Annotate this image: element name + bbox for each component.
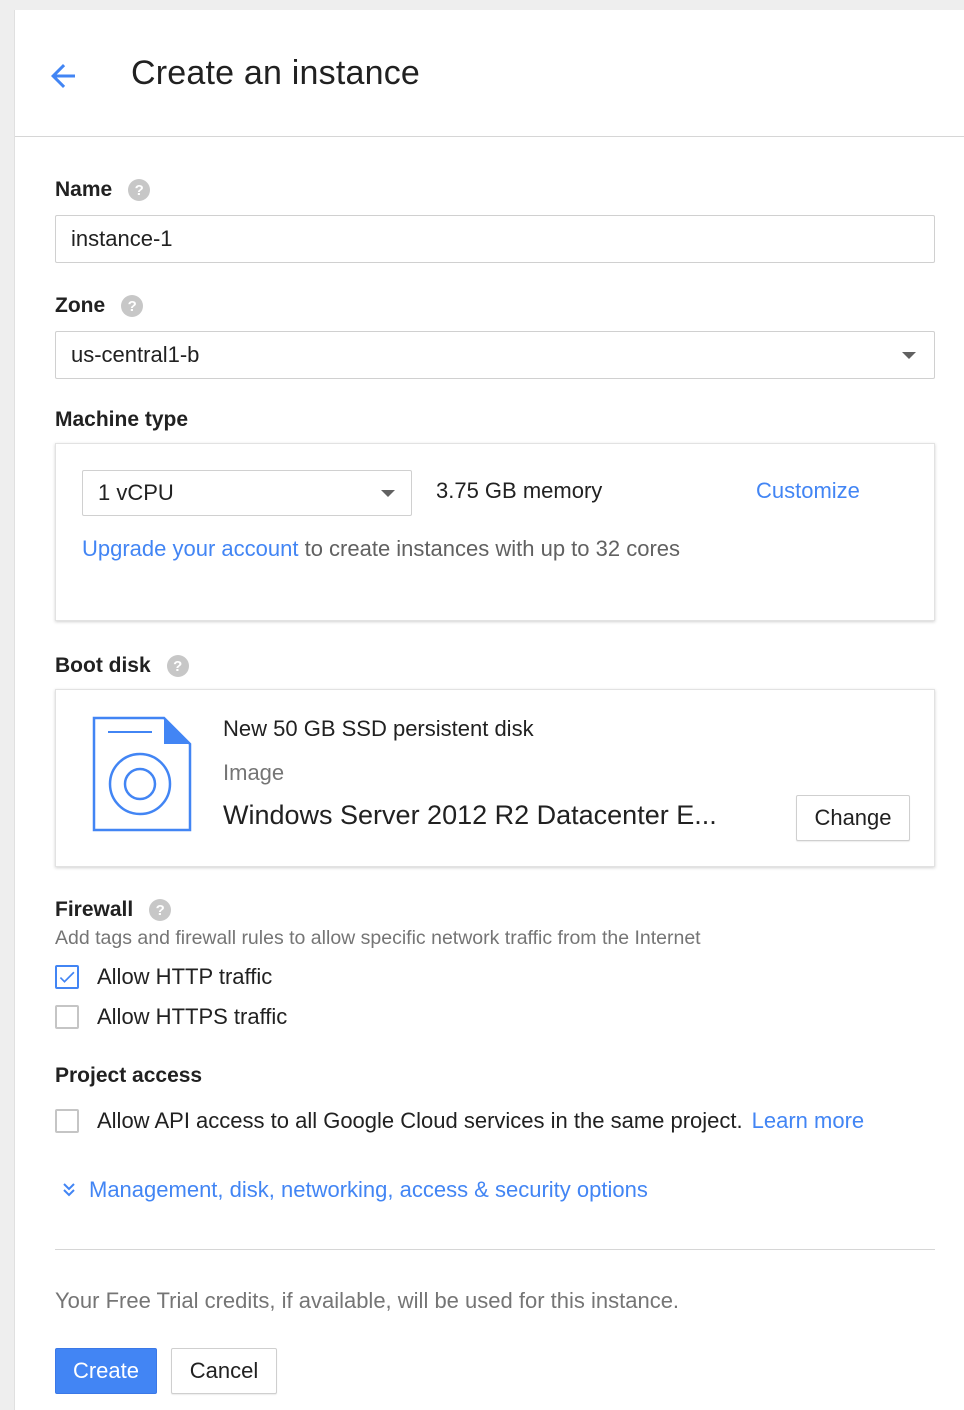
help-icon[interactable]: ? <box>121 295 144 317</box>
disk-icon <box>92 716 192 832</box>
help-icon[interactable]: ? <box>149 899 172 921</box>
boot-disk-image-label: Image <box>223 760 285 785</box>
firewall-label-text: Firewall <box>55 898 134 921</box>
allow-https-checkbox[interactable] <box>55 1005 79 1029</box>
zone-select-value: us-central1-b <box>71 342 200 367</box>
project-access-label-text: Project access <box>55 1064 203 1087</box>
learn-more-link[interactable]: Learn more <box>752 1108 865 1134</box>
project-access-label: Project access <box>55 1064 202 1088</box>
checkmark-icon <box>59 971 75 983</box>
name-label: Name ? <box>55 178 151 202</box>
management-options-expander[interactable]: Management, disk, networking, access & s… <box>61 1177 648 1203</box>
management-options-link[interactable]: Management, disk, networking, access & s… <box>89 1177 648 1203</box>
help-icon[interactable]: ? <box>128 179 151 201</box>
zone-label-text: Zone <box>55 294 106 317</box>
page-header: Create an instance <box>15 10 964 137</box>
create-instance-panel: Create an instance Name ? instance-1 Zon… <box>14 10 964 1410</box>
machine-type-card: 1 vCPU 3.75 GB memory Customize Upgrade … <box>55 443 935 621</box>
machine-type-label-text: Machine type <box>55 408 189 431</box>
allow-https-row[interactable]: Allow HTTPS traffic <box>55 1004 287 1030</box>
zone-label: Zone ? <box>55 294 144 318</box>
firewall-description: Add tags and firewall rules to allow spe… <box>55 927 701 949</box>
zone-select[interactable]: us-central1-b <box>55 331 935 379</box>
api-access-label: Allow API access to all Google Cloud ser… <box>97 1108 743 1133</box>
machine-type-select-value: 1 vCPU <box>98 480 174 505</box>
boot-disk-label-text: Boot disk <box>55 654 151 677</box>
firewall-label: Firewall ? <box>55 898 172 922</box>
name-label-text: Name <box>55 178 113 201</box>
divider <box>55 1249 935 1250</box>
upgrade-notice-text: to create instances with up to 32 cores <box>298 536 681 561</box>
dropdown-arrow-icon <box>381 490 395 497</box>
free-trial-note: Your Free Trial credits, if available, w… <box>55 1288 680 1313</box>
api-access-checkbox[interactable] <box>55 1109 79 1133</box>
help-icon[interactable]: ? <box>166 655 189 677</box>
cancel-button[interactable]: Cancel <box>171 1348 277 1394</box>
boot-disk-label: Boot disk ? <box>55 654 189 678</box>
allow-http-checkbox[interactable] <box>55 965 79 989</box>
arrow-back-icon <box>51 64 75 88</box>
create-button[interactable]: Create <box>55 1348 157 1394</box>
boot-disk-image-name: Windows Server 2012 R2 Datacenter E... <box>223 800 717 830</box>
allow-http-label: Allow HTTP traffic <box>97 964 273 989</box>
upgrade-account-link[interactable]: Upgrade your account <box>82 536 298 561</box>
customize-link[interactable]: Customize <box>756 478 860 504</box>
name-input[interactable]: instance-1 <box>55 215 935 263</box>
allow-http-row[interactable]: Allow HTTP traffic <box>55 964 272 990</box>
machine-type-select[interactable]: 1 vCPU <box>82 470 412 516</box>
boot-disk-card: New 50 GB SSD persistent disk Image Wind… <box>55 689 935 867</box>
name-input-value: instance-1 <box>71 226 173 251</box>
double-chevron-down-icon <box>63 1183 75 1197</box>
allow-https-label: Allow HTTPS traffic <box>97 1004 288 1029</box>
page-title: Create an instance <box>131 54 420 92</box>
machine-type-label: Machine type <box>55 408 188 432</box>
upgrade-notice: Upgrade your account to create instances… <box>82 536 680 562</box>
back-button[interactable] <box>41 56 85 96</box>
api-access-row[interactable]: Allow API access to all Google Cloud ser… <box>55 1108 864 1134</box>
change-boot-disk-button[interactable]: Change <box>796 795 910 841</box>
boot-disk-title: New 50 GB SSD persistent disk <box>223 716 534 741</box>
dropdown-arrow-icon <box>902 352 916 359</box>
memory-value: 3.75 GB memory <box>436 478 603 503</box>
